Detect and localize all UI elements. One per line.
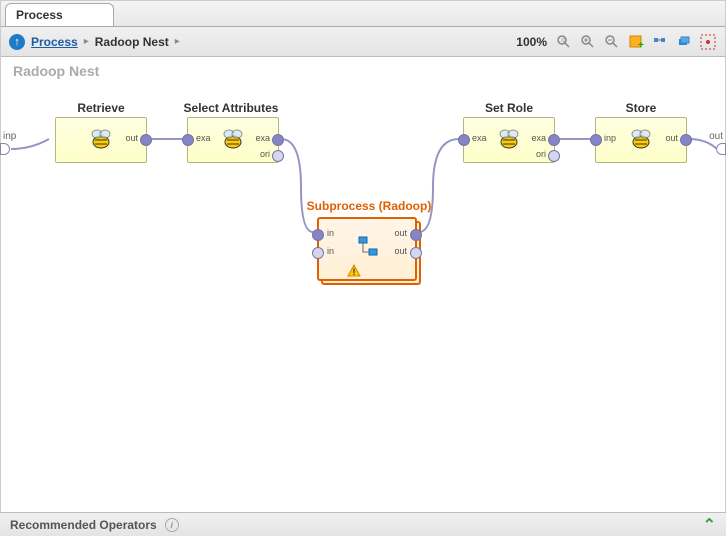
add-note-icon[interactable]: + bbox=[627, 33, 645, 51]
output-port[interactable] bbox=[140, 134, 152, 146]
output-port[interactable] bbox=[410, 229, 422, 241]
up-icon[interactable]: ↑ bbox=[9, 34, 25, 50]
canvas-input-port[interactable] bbox=[0, 143, 10, 155]
svg-text:⊙: ⊙ bbox=[561, 38, 566, 44]
tab-label: Process bbox=[16, 8, 63, 22]
footer-label: Recommended Operators bbox=[10, 518, 157, 532]
subprocess-icon bbox=[357, 235, 381, 259]
bee-icon bbox=[627, 126, 655, 154]
output-port[interactable] bbox=[548, 150, 560, 162]
canvas-output-port[interactable] bbox=[716, 143, 726, 155]
port-label: exa bbox=[196, 133, 211, 143]
node-select-attributes[interactable]: exa exa ori bbox=[187, 117, 279, 163]
input-port[interactable] bbox=[312, 247, 324, 259]
input-port[interactable] bbox=[182, 134, 194, 146]
expand-icon[interactable]: ⌃ bbox=[703, 515, 716, 535]
port-label: ori bbox=[260, 149, 270, 159]
output-port[interactable] bbox=[410, 247, 422, 259]
zoom-out-icon[interactable] bbox=[603, 33, 621, 51]
tab-process[interactable]: Process bbox=[5, 3, 114, 26]
node-label-select: Select Attributes bbox=[171, 101, 291, 115]
node-store[interactable]: inp out bbox=[595, 117, 687, 163]
warning-icon: ! bbox=[347, 264, 361, 278]
output-port[interactable] bbox=[272, 134, 284, 146]
info-icon[interactable]: i bbox=[165, 518, 179, 532]
bee-icon bbox=[87, 126, 115, 154]
canvas-title: Radoop Nest bbox=[13, 63, 99, 79]
node-label-retrieve: Retrieve bbox=[55, 101, 147, 115]
toolbar: 100% ⊙ + bbox=[516, 33, 717, 51]
port-label: inp bbox=[604, 133, 616, 143]
node-label-store: Store bbox=[595, 101, 687, 115]
footer-bar: Recommended Operators i ⌃ bbox=[0, 512, 726, 536]
output-port[interactable] bbox=[272, 150, 284, 162]
input-port[interactable] bbox=[312, 229, 324, 241]
breadcrumb-root[interactable]: Process bbox=[31, 35, 78, 49]
port-label: out bbox=[394, 246, 407, 256]
breadcrumb-separator: ▸ bbox=[175, 36, 180, 47]
output-port[interactable] bbox=[680, 134, 692, 146]
port-label: exa bbox=[255, 133, 270, 143]
node-retrieve[interactable]: out bbox=[55, 117, 147, 163]
output-port[interactable] bbox=[548, 134, 560, 146]
zoom-find-icon[interactable]: ⊙ bbox=[555, 33, 573, 51]
bee-icon bbox=[219, 126, 247, 154]
tab-bar: Process bbox=[1, 1, 725, 27]
svg-text:!: ! bbox=[353, 267, 356, 277]
port-label: exa bbox=[531, 133, 546, 143]
breadcrumb: ↑ Process ▸ Radoop Nest ▸ bbox=[9, 34, 180, 50]
input-port[interactable] bbox=[458, 134, 470, 146]
input-port[interactable] bbox=[590, 134, 602, 146]
bee-icon bbox=[495, 126, 523, 154]
port-label: in bbox=[327, 246, 334, 256]
port-label: ori bbox=[536, 149, 546, 159]
port-label: in bbox=[327, 228, 334, 238]
canvas-output-port-label: out bbox=[709, 131, 723, 142]
port-label: exa bbox=[472, 133, 487, 143]
node-set-role[interactable]: exa exa ori bbox=[463, 117, 555, 163]
breadcrumb-current: Radoop Nest bbox=[95, 35, 169, 49]
breadcrumb-bar: ↑ Process ▸ Radoop Nest ▸ 100% ⊙ + bbox=[1, 27, 725, 57]
fit-icon[interactable] bbox=[699, 33, 717, 51]
node-label-setrole: Set Role bbox=[463, 101, 555, 115]
canvas-input-port-label: inp bbox=[3, 131, 16, 142]
node-subprocess[interactable]: in in out out ! bbox=[317, 217, 417, 281]
svg-text:+: + bbox=[638, 40, 644, 50]
port-label: out bbox=[125, 133, 138, 143]
zoom-label: 100% bbox=[516, 35, 547, 49]
port-label: out bbox=[394, 228, 407, 238]
port-label: out bbox=[665, 133, 678, 143]
layers-icon[interactable] bbox=[675, 33, 693, 51]
process-canvas[interactable]: Radoop Nest inp out Retrieve out Select … bbox=[1, 57, 725, 511]
arrange-icon[interactable] bbox=[651, 33, 669, 51]
node-label-subprocess: Subprocess (Radoop) bbox=[299, 199, 439, 213]
breadcrumb-separator: ▸ bbox=[84, 36, 89, 47]
zoom-in-icon[interactable] bbox=[579, 33, 597, 51]
